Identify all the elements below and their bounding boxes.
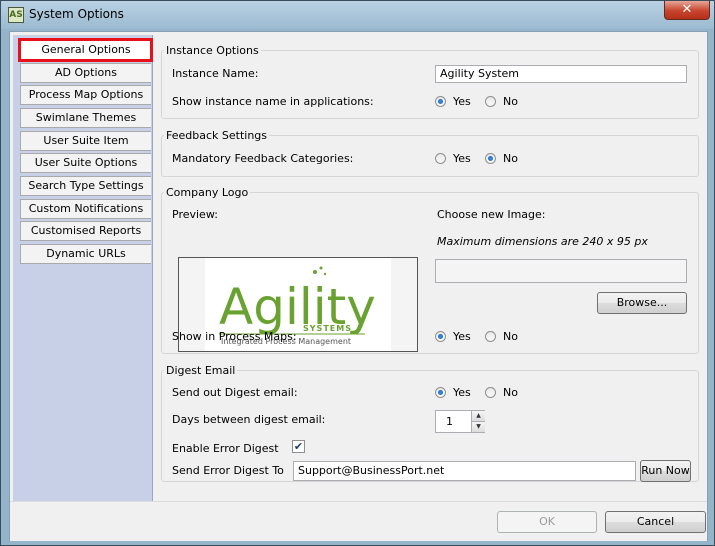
send-error-digest-label: Send Error Digest To bbox=[172, 464, 284, 477]
mandatory-feedback-no-radio[interactable] bbox=[485, 153, 496, 164]
sidebar-item-general-options[interactable]: General Options bbox=[18, 38, 153, 62]
sidebar-item-search-type-settings[interactable]: Search Type Settings bbox=[20, 176, 151, 196]
show-instance-name-label: Show instance name in applications: bbox=[172, 95, 374, 108]
instance-name-input[interactable]: Agility System bbox=[435, 65, 687, 83]
mandatory-feedback-yes-radio[interactable] bbox=[435, 153, 446, 164]
show-in-maps-yes-radio[interactable] bbox=[435, 331, 446, 342]
ok-button[interactable]: OK bbox=[497, 511, 597, 533]
send-digest-yes-label: Yes bbox=[453, 386, 471, 399]
days-between-stepper[interactable]: 1 ▲ ▼ bbox=[435, 410, 485, 433]
window-title: System Options bbox=[29, 7, 124, 21]
show-in-maps-no-radio[interactable] bbox=[485, 331, 496, 342]
send-digest-label: Send out Digest email: bbox=[172, 386, 298, 399]
send-digest-no-radio[interactable] bbox=[485, 387, 496, 398]
sidebar-item-dynamic-urls[interactable]: Dynamic URLs bbox=[20, 244, 151, 264]
image-path-field[interactable] bbox=[435, 259, 687, 283]
feedback-settings-title: Feedback Settings bbox=[164, 129, 269, 142]
run-now-button[interactable]: Run Now bbox=[640, 460, 691, 482]
show-instance-no-label: No bbox=[503, 95, 518, 108]
enable-error-digest-label: Enable Error Digest bbox=[172, 442, 279, 455]
logo-wordmark: Agility bbox=[219, 278, 376, 336]
instance-options-group bbox=[161, 50, 699, 119]
enable-error-digest-checkbox[interactable]: ✔ bbox=[292, 440, 305, 453]
browse-button[interactable]: Browse... bbox=[597, 292, 687, 314]
sidebar-item-user-suite-options[interactable]: User Suite Options bbox=[20, 153, 151, 173]
sidebar-item-ad-options[interactable]: AD Options bbox=[20, 63, 151, 83]
max-dimensions-note: Maximum dimensions are 240 x 95 px bbox=[437, 235, 648, 248]
mandatory-feedback-no-label: No bbox=[503, 152, 518, 165]
dialog-footer: OK Cancel bbox=[10, 501, 707, 541]
app-icon: AS bbox=[8, 7, 24, 23]
show-in-maps-yes-label: Yes bbox=[453, 330, 471, 343]
mandatory-feedback-yes-label: Yes bbox=[453, 152, 471, 165]
mandatory-feedback-label: Mandatory Feedback Categories: bbox=[172, 152, 354, 165]
send-digest-no-label: No bbox=[503, 386, 518, 399]
sidebar-item-swimlane-themes[interactable]: Swimlane Themes bbox=[20, 108, 151, 128]
error-digest-email-input[interactable]: Support@BusinessPort.net bbox=[293, 461, 636, 481]
digest-email-title: Digest Email bbox=[164, 364, 238, 377]
general-options-panel: Instance Options Instance Name: Agility … bbox=[153, 35, 706, 501]
show-instance-yes-radio[interactable] bbox=[435, 96, 446, 107]
sidebar-item-custom-notifications[interactable]: Custom Notifications bbox=[20, 199, 151, 219]
days-between-label: Days between digest email: bbox=[172, 413, 326, 426]
show-instance-yes-label: Yes bbox=[453, 95, 471, 108]
logo-subtitle: SYSTEMS bbox=[303, 324, 352, 333]
dialog-body: General Options AD Options Process Map O… bbox=[9, 31, 708, 541]
system-options-window: AS System Options ✕ General Options AD O… bbox=[0, 0, 715, 546]
stepper-up-icon[interactable]: ▲ bbox=[471, 411, 485, 422]
instance-name-label: Instance Name: bbox=[172, 67, 259, 80]
stepper-down-icon[interactable]: ▼ bbox=[471, 422, 485, 432]
title-bar[interactable]: AS System Options ✕ bbox=[1, 1, 714, 29]
sidebar-item-process-map-options[interactable]: Process Map Options bbox=[20, 85, 151, 105]
instance-options-title: Instance Options bbox=[164, 44, 261, 57]
show-in-maps-no-label: No bbox=[503, 330, 518, 343]
company-logo-title: Company Logo bbox=[164, 186, 251, 199]
sidebar-item-customised-reports[interactable]: Customised Reports bbox=[20, 221, 151, 241]
preview-label: Preview: bbox=[172, 208, 218, 221]
choose-image-label: Choose new Image: bbox=[437, 208, 546, 221]
sidebar-item-user-suite-item-options[interactable]: User Suite Item Options bbox=[20, 131, 151, 165]
days-between-value: 1 bbox=[446, 415, 453, 428]
cancel-button[interactable]: Cancel bbox=[605, 511, 706, 533]
show-in-process-maps-label: Show in Process Maps: bbox=[172, 330, 297, 343]
close-icon[interactable]: ✕ bbox=[664, 1, 710, 20]
sidebar-nav: General Options AD Options Process Map O… bbox=[13, 35, 153, 501]
send-digest-yes-radio[interactable] bbox=[435, 387, 446, 398]
show-instance-no-radio[interactable] bbox=[485, 96, 496, 107]
